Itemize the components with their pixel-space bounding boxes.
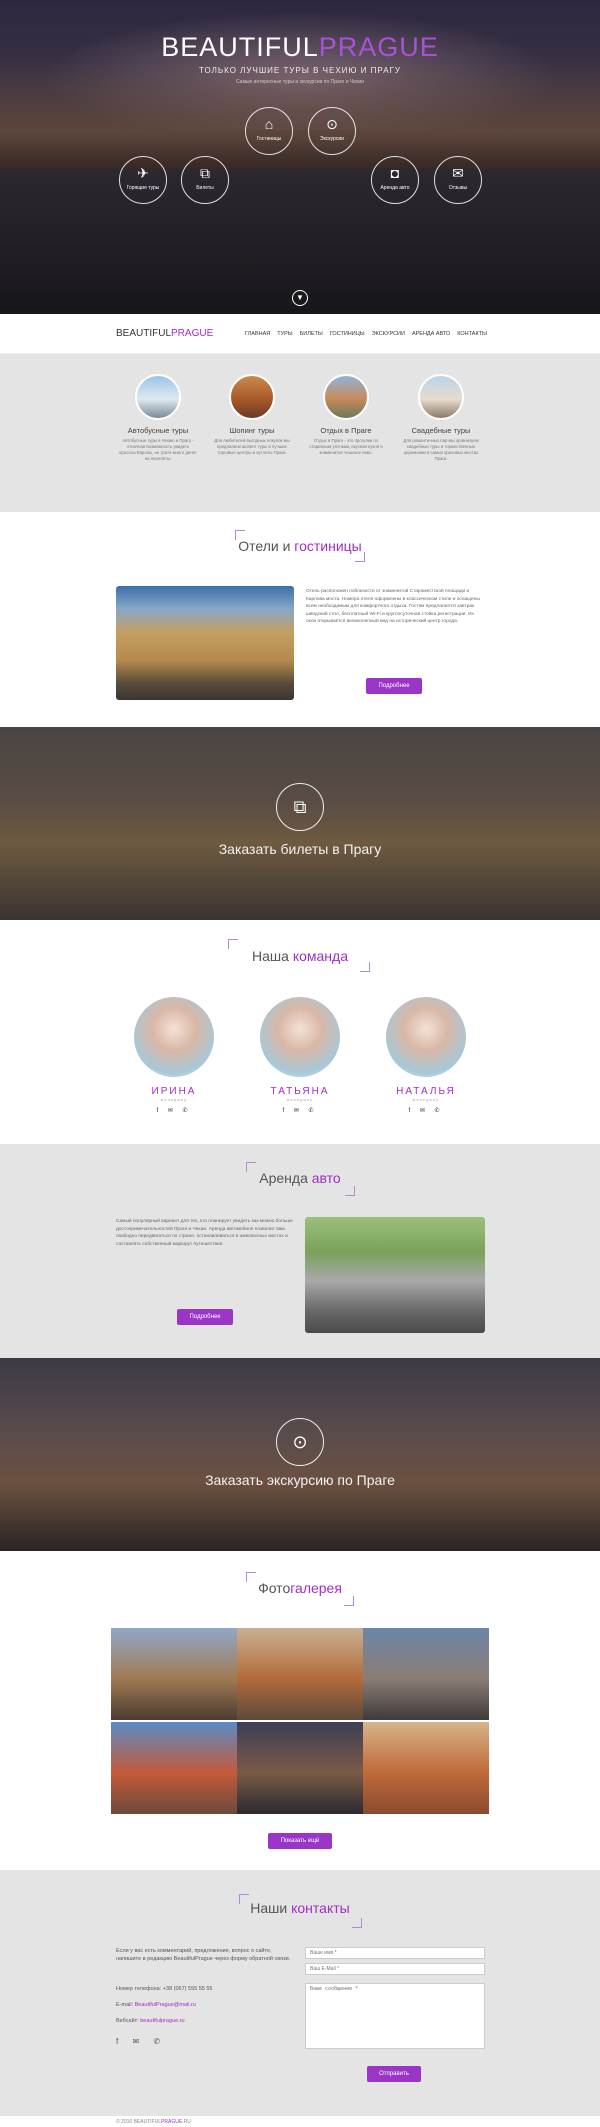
ticket-icon: ⧉ bbox=[276, 783, 324, 831]
top-navbar: BEAUTIFULPRAGUE ГЛАВНАЯ ТУРЫ БИЛЕТЫ ГОСТ… bbox=[0, 314, 600, 354]
show-more-button[interactable]: Показать ещё bbox=[268, 1833, 332, 1849]
service-wedding-tours[interactable]: Свадебные туры Для романтичных пар мы орг… bbox=[402, 374, 480, 462]
shopping-photo bbox=[229, 374, 275, 420]
hotel-photo bbox=[116, 586, 294, 700]
logo[interactable]: BEAUTIFULPRAGUE bbox=[116, 328, 213, 339]
gallery-photo[interactable] bbox=[237, 1722, 363, 1814]
contacts-title: Наши контакты bbox=[250, 1900, 350, 1916]
car-icon: ◘ bbox=[390, 165, 400, 181]
gallery-photo[interactable] bbox=[237, 1628, 363, 1720]
gallery-photo[interactable] bbox=[111, 1722, 237, 1814]
message-field[interactable] bbox=[305, 1983, 485, 2049]
plane-icon: ✈ bbox=[137, 165, 149, 181]
avatar bbox=[134, 997, 214, 1077]
menu-item-tours[interactable]: ТУРЫ bbox=[277, 331, 292, 337]
tickets-banner[interactable]: ⧉ Заказать билеты в Прагу bbox=[0, 727, 600, 920]
tickets-caption: Заказать билеты в Прагу bbox=[218, 841, 382, 857]
map-pin-icon: ⊙ bbox=[276, 1418, 324, 1466]
team-member-natalia: НАТАЛЬЯ менеджер f ✉ ✆ bbox=[384, 997, 468, 1114]
social-icons[interactable]: f ✉ ✆ bbox=[258, 1107, 342, 1114]
hero-tagline: Самые интересные туры и экскурсии по Пра… bbox=[236, 79, 364, 85]
avatar bbox=[386, 997, 466, 1077]
hero-link-car-rental[interactable]: ◘ Аренда авто bbox=[371, 156, 419, 204]
wedding-photo bbox=[418, 374, 464, 420]
services-section: Автобусные туры Автобусные туры в Чехию и… bbox=[0, 354, 600, 512]
team-member-irina: ИРИНА менеджер f ✉ ✆ bbox=[132, 997, 216, 1114]
service-shopping-tours[interactable]: Шопинг туры Для любителей выгодных покупо… bbox=[213, 374, 291, 456]
email-field[interactable] bbox=[305, 1963, 485, 1975]
hero-link-hotels[interactable]: ⌂ Гостиницы bbox=[245, 107, 293, 155]
car-rental-more-button[interactable]: Подробнее bbox=[177, 1309, 233, 1325]
contacts-intro: Если у вас есть комментарий, предложение… bbox=[116, 1948, 291, 1962]
bus-photo bbox=[135, 374, 181, 420]
hotels-description: Отель расположен поблизости от знаменито… bbox=[306, 589, 480, 624]
footer: © 2016 BEAUTIFULPRAGUE.RU bbox=[0, 2116, 600, 2127]
team-member-tatiana: ТАТЬЯНА менеджер f ✉ ✆ bbox=[258, 997, 342, 1114]
hero-link-hot-tours[interactable]: ✈ Горящие туры bbox=[119, 156, 167, 204]
menu-item-excursions[interactable]: ЭКСКУРСИИ bbox=[372, 331, 405, 337]
team-title: Наша команда bbox=[252, 948, 348, 964]
excursion-banner[interactable]: ⊙ Заказать экскурсию по Праге bbox=[0, 1358, 600, 1551]
car-rental-title: Аренда авто bbox=[259, 1170, 341, 1186]
contacts-website: Вебсайт: beautifulprague.ru bbox=[116, 2018, 185, 2024]
hero-link-tickets[interactable]: ⧉ Билеты bbox=[181, 156, 229, 204]
hero-section: BEAUTIFULPRAGUE ТОЛЬКО ЛУЧШИЕ ТУРЫ В ЧЕХ… bbox=[0, 0, 600, 314]
scroll-down-icon[interactable]: ▼ bbox=[292, 290, 308, 306]
hotels-title: Отели и гостиницы bbox=[238, 538, 362, 554]
car-photo bbox=[305, 1217, 485, 1333]
gallery-title: Фотогалерея bbox=[258, 1580, 342, 1596]
prague-photo bbox=[323, 374, 369, 420]
menu-item-home[interactable]: ГЛАВНАЯ bbox=[245, 331, 270, 337]
hero-link-excursions[interactable]: ⊙ Экскурсии bbox=[308, 107, 356, 155]
map-pin-icon: ⊙ bbox=[326, 116, 338, 132]
hero-link-reviews[interactable]: ✉ Отзывы bbox=[434, 156, 482, 204]
service-rest-in-prague[interactable]: Отдых в Праге Отдых в Праге - это прогулк… bbox=[307, 374, 385, 456]
hotels-more-button[interactable]: Подробнее bbox=[366, 678, 422, 694]
avatar bbox=[260, 997, 340, 1077]
home-icon: ⌂ bbox=[264, 116, 274, 132]
social-icons[interactable]: f ✉ ✆ bbox=[132, 1107, 216, 1114]
contacts-phone: Номер телефона: +38 (067) 555 55 55 bbox=[116, 1986, 213, 1992]
ticket-icon: ⧉ bbox=[200, 165, 210, 181]
main-menu: ГЛАВНАЯ ТУРЫ БИЛЕТЫ ГОСТИНИЦЫ ЭКСКУРСИИ … bbox=[245, 331, 487, 337]
hero-subtitle: ТОЛЬКО ЛУЧШИЕ ТУРЫ В ЧЕХИЮ И ПРАГУ bbox=[199, 66, 401, 75]
service-bus-tours[interactable]: Автобусные туры Автобусные туры в Чехию и… bbox=[119, 374, 197, 462]
social-icons[interactable]: f ✉ ✆ bbox=[384, 1107, 468, 1114]
email-link[interactable]: BeautifulPrague@mail.ru bbox=[135, 2002, 196, 2008]
gallery-photo[interactable] bbox=[363, 1722, 489, 1814]
gallery-photo[interactable] bbox=[111, 1628, 237, 1720]
submit-button[interactable]: Отправить bbox=[367, 2066, 421, 2082]
website-link[interactable]: beautifulprague.ru bbox=[140, 2018, 184, 2024]
gallery-photo[interactable] bbox=[363, 1628, 489, 1720]
menu-item-tickets[interactable]: БИЛЕТЫ bbox=[300, 331, 323, 337]
car-rental-description: Самый популярный вариант для тех, кто пл… bbox=[116, 1219, 293, 1247]
hero-title: BEAUTIFULPRAGUE bbox=[161, 32, 439, 62]
excursion-caption: Заказать экскурсию по Праге bbox=[205, 1472, 395, 1488]
contacts-social-icons[interactable]: f ✉ ✆ bbox=[116, 2038, 166, 2046]
contacts-email: E-mail: BeautifulPrague@mail.ru bbox=[116, 2002, 196, 2008]
name-field[interactable] bbox=[305, 1947, 485, 1959]
menu-item-contacts[interactable]: КОНТАКТЫ bbox=[457, 331, 487, 337]
menu-item-hotels[interactable]: ГОСТИНИЦЫ bbox=[330, 331, 365, 337]
chat-icon: ✉ bbox=[452, 165, 464, 181]
menu-item-car-rental[interactable]: АРЕНДА АВТО bbox=[412, 331, 450, 337]
